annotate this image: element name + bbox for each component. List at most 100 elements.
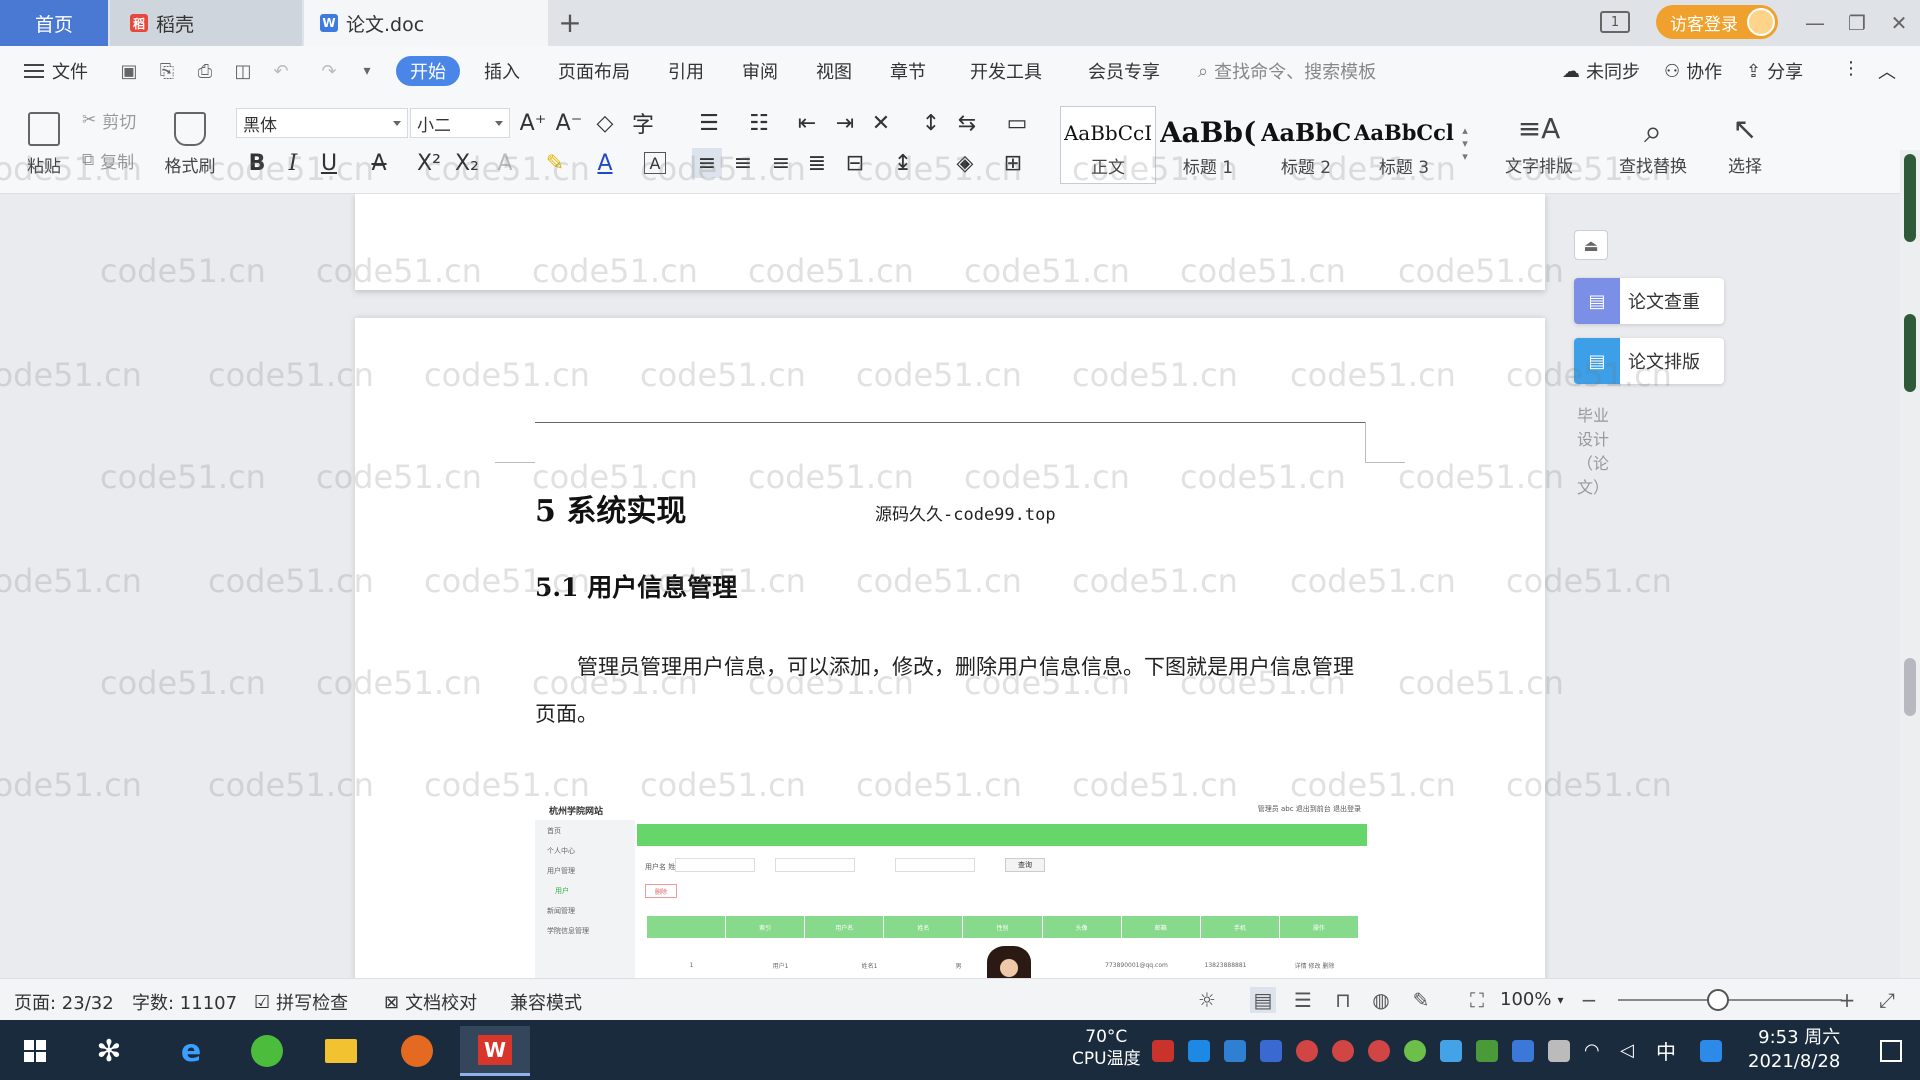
notification-center-icon[interactable] <box>1862 1026 1920 1076</box>
font-color-icon[interactable]: A <box>590 148 620 178</box>
ribbon-tab-chapter[interactable]: 章节 <box>890 58 926 84</box>
paste-button[interactable]: 粘贴 <box>14 104 74 184</box>
find-replace-button[interactable]: ⌕ 查找替换 <box>1608 104 1698 184</box>
font-size-select[interactable]: 小二 <box>410 108 510 138</box>
italic-icon[interactable]: I <box>278 148 308 178</box>
more-icon[interactable]: ⋮ <box>1842 58 1860 79</box>
pinyin-guide-icon[interactable]: 字 <box>628 108 658 138</box>
pinwheel-app-icon[interactable]: ✻ <box>80 1026 138 1076</box>
wps-writer-icon[interactable]: W <box>460 1026 530 1076</box>
reading-view-icon[interactable]: ⊓ <box>1330 987 1356 1013</box>
select-button[interactable]: ↖ 选择 <box>1712 104 1778 184</box>
zoom-slider-knob[interactable] <box>1707 989 1729 1011</box>
chinese-layout-icon[interactable]: ✕ <box>866 108 896 138</box>
collapse-panel-icon[interactable]: ⏏ <box>1574 230 1608 260</box>
shield-icon[interactable] <box>1260 1040 1282 1062</box>
thesis-format-button[interactable]: ▤ 论文排版 <box>1574 338 1724 384</box>
style-heading-3[interactable]: AaBbCcl 标题 3 <box>1354 106 1454 184</box>
proofread-button[interactable]: ⊠ 文档校对 <box>384 989 477 1015</box>
windows-start-icon[interactable] <box>6 1026 64 1076</box>
tab-document[interactable]: W 论文.doc <box>304 0 548 46</box>
wifi-icon[interactable]: ◠ <box>1584 1040 1606 1062</box>
align-center-icon[interactable]: ≡ <box>728 148 758 178</box>
thesis-check-button[interactable]: ▤ 论文查重 <box>1574 278 1724 324</box>
ribbon-tab-view[interactable]: 视图 <box>816 58 852 84</box>
style-heading-1[interactable]: AaBb( 标题 1 <box>1160 106 1256 184</box>
print-icon[interactable]: ⎙ <box>194 60 216 82</box>
customize-chevron-icon[interactable]: ▾ <box>356 60 378 82</box>
add-tab-button[interactable]: + <box>554 6 586 39</box>
scrollbar-thumb[interactable] <box>1904 658 1916 716</box>
ruler-icon[interactable]: ▭ <box>1002 108 1032 138</box>
superscript-icon[interactable]: X² <box>414 148 444 178</box>
line-spacing-icon[interactable]: ↨ <box>888 148 918 178</box>
sort-icon[interactable]: ↕ <box>916 108 946 138</box>
sogou-input-icon[interactable] <box>1700 1040 1722 1062</box>
strikethrough-icon[interactable]: A <box>364 148 394 178</box>
align-right-icon[interactable]: ≡ <box>766 148 796 178</box>
collaborate-button[interactable]: ⚇ 协作 <box>1664 58 1722 84</box>
ribbon-tab-insert[interactable]: 插入 <box>484 58 520 84</box>
increase-indent-icon[interactable]: ⇥ <box>830 108 860 138</box>
ribbon-tab-member[interactable]: 会员专享 <box>1088 58 1160 84</box>
ime-indicator[interactable]: 中 <box>1656 1036 1676 1065</box>
page-indicator[interactable]: 页面: 23/32 <box>14 989 114 1015</box>
style-normal[interactable]: AaBbCcI 正文 <box>1060 106 1156 184</box>
distribute-icon[interactable]: ⊟ <box>840 148 870 178</box>
fullscreen-icon[interactable]: ⤢ <box>1874 987 1900 1013</box>
copy-button[interactable]: ⧉ 复制 <box>82 148 134 173</box>
ribbon-tab-page-layout[interactable]: 页面布局 <box>558 58 630 84</box>
decrease-indent-icon[interactable]: ⇤ <box>792 108 822 138</box>
export-pdf-icon[interactable]: ⎘ <box>156 60 178 82</box>
minimize-icon[interactable]: — <box>1798 6 1832 40</box>
font-name-select[interactable]: 黑体 <box>236 108 408 138</box>
borders-icon[interactable]: ⊞ <box>998 148 1028 178</box>
zoom-level-select[interactable]: 100% ▾ <box>1500 989 1564 1010</box>
grow-font-icon[interactable]: A⁺ <box>518 108 548 138</box>
visitor-login-button[interactable]: 访客登录 <box>1656 5 1778 39</box>
360-browser-icon[interactable] <box>238 1026 296 1076</box>
align-left-icon[interactable]: ≡ <box>692 148 722 178</box>
format-painter-button[interactable]: 格式刷 <box>160 104 220 184</box>
ribbon-tab-start[interactable]: 开始 <box>396 56 460 86</box>
vertical-scrollbar[interactable] <box>1900 150 1920 978</box>
qq-icon[interactable] <box>1368 1040 1390 1062</box>
tray-plus-icon[interactable] <box>1404 1040 1426 1062</box>
ribbon-tab-review[interactable]: 审阅 <box>742 58 778 84</box>
command-search-input[interactable]: ⌕ 查找命令、搜索模板 <box>1198 58 1376 84</box>
print-preview-icon[interactable]: ◫ <box>232 60 254 82</box>
zoom-out-icon[interactable]: − <box>1576 987 1602 1013</box>
media-player-icon[interactable] <box>388 1026 446 1076</box>
word-count[interactable]: 字数: 11107 <box>132 989 237 1015</box>
fit-page-icon[interactable]: ⛶ <box>1464 987 1490 1013</box>
shading-icon[interactable]: ◈ <box>950 148 980 178</box>
cut-button[interactable]: ✂ 剪切 <box>82 108 136 133</box>
qq-icon[interactable] <box>1332 1040 1354 1062</box>
text-effect-icon[interactable]: A <box>490 148 520 178</box>
subscript-icon[interactable]: X₂ <box>452 148 482 178</box>
file-explorer-icon[interactable] <box>312 1026 370 1076</box>
tray-app-icon[interactable] <box>1440 1040 1462 1062</box>
redo-icon[interactable]: ↷ <box>318 60 340 82</box>
styles-scroll-icon[interactable]: ▴ ▾ ▾ <box>1458 108 1472 178</box>
tray-app-icon[interactable] <box>1224 1040 1246 1062</box>
tray-app-icon[interactable] <box>1152 1040 1174 1062</box>
justify-icon[interactable]: ≣ <box>802 148 832 178</box>
ribbon-tab-developer[interactable]: 开发工具 <box>970 58 1042 84</box>
tray-app-icon[interactable] <box>1188 1040 1210 1062</box>
sync-status-button[interactable]: ☁ 未同步 <box>1562 58 1640 84</box>
close-icon[interactable]: ✕ <box>1882 6 1916 40</box>
web-view-icon[interactable]: ◍ <box>1368 987 1394 1013</box>
embedded-screenshot[interactable]: 杭州学院网站 管理员 abc 退出到前台 退出登录 首页 个人中心 用户管理 用… <box>535 800 1367 978</box>
highlight-icon[interactable]: ✎ <box>540 148 570 178</box>
volume-icon[interactable]: ◁ <box>1620 1040 1642 1062</box>
share-button[interactable]: ⇪ 分享 <box>1746 58 1803 84</box>
clear-format-icon[interactable]: ◇ <box>590 108 620 138</box>
ribbon-tab-references[interactable]: 引用 <box>668 58 704 84</box>
tab-home[interactable]: 首页 <box>0 0 108 46</box>
zoom-slider[interactable] <box>1618 999 1842 1001</box>
shrink-font-icon[interactable]: A⁻ <box>554 108 584 138</box>
bold-icon[interactable]: B <box>242 148 272 178</box>
bluetooth-icon[interactable] <box>1512 1040 1534 1062</box>
current-page[interactable]: 毕业设计（论文） 5 系统实现 源码久久-code99.top 5.1 用户信息… <box>355 318 1609 978</box>
